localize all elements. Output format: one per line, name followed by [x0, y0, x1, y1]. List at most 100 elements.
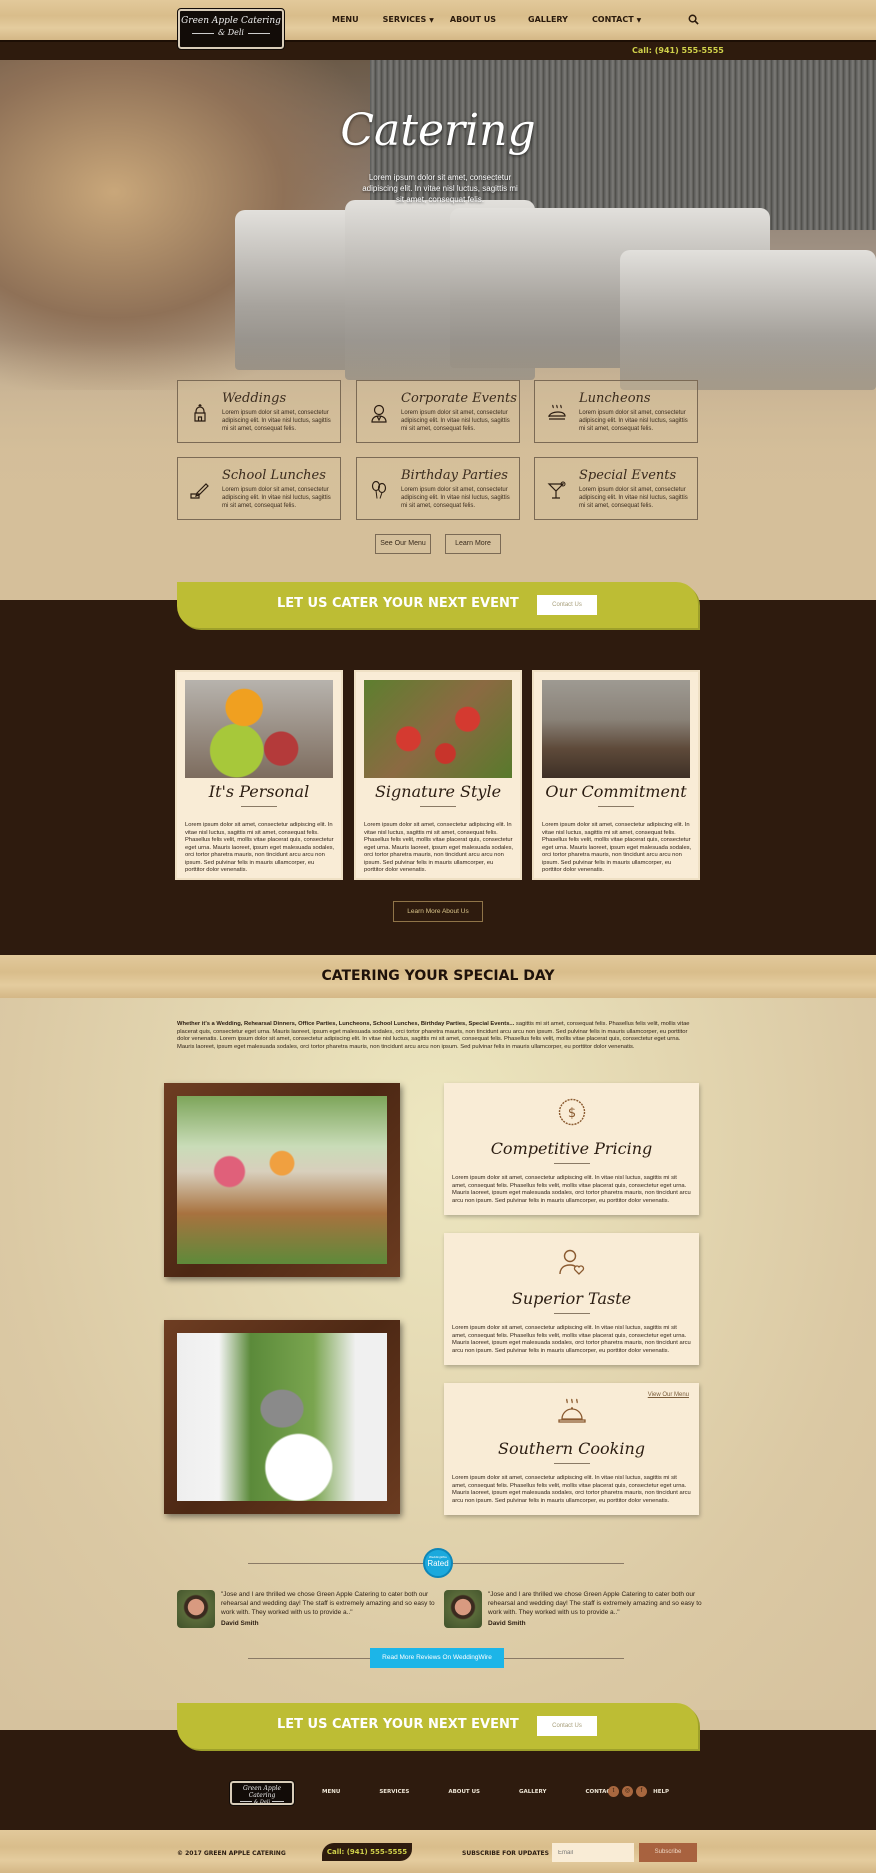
- title-underline: [554, 1163, 590, 1164]
- feature-title: Signature Style: [374, 782, 502, 801]
- nav-contact[interactable]: CONTACT ▼: [592, 15, 641, 29]
- weddingwire-rated-badge[interactable]: WeddingWire Rated: [423, 1548, 453, 1578]
- logo-line1: Green Apple Catering: [181, 16, 281, 26]
- top-contact-bar: Call: (941) 555-5555: [0, 40, 876, 60]
- intro-bold: Whether it's a Wedding, Rehearsal Dinner…: [177, 1021, 515, 1027]
- wedding-table-photo: [177, 1096, 387, 1264]
- chapel-icon: [194, 404, 206, 422]
- title-underline: [598, 806, 634, 807]
- info-card-taste: Superior Taste Lorem ipsum dolor sit ame…: [444, 1233, 699, 1365]
- footer-nav-services[interactable]: SERVICES: [379, 1789, 409, 1795]
- nav-about-label: ABOUT US: [449, 15, 496, 24]
- read-more-reviews-button[interactable]: Read More Reviews On WeddingWire: [370, 1648, 504, 1668]
- service-desc: Lorem ipsum dolor sit amet, consectetur …: [222, 487, 331, 509]
- footer-nav-menu[interactable]: MENU: [322, 1789, 340, 1795]
- footer-nav-gallery[interactable]: GALLERY: [519, 1789, 546, 1795]
- logo-line1: Green Apple Catering: [242, 1785, 282, 1799]
- chevron-down-icon: ▼: [636, 17, 642, 24]
- nav-services-label: SERVICES: [382, 15, 427, 24]
- nav-about[interactable]: ABOUT US: [450, 15, 496, 29]
- svg-text:$: $: [568, 1106, 576, 1121]
- feature-card-commitment: Our Commitment Lorem ipsum dolor sit ame…: [534, 672, 698, 878]
- logo-line2: & Deli: [232, 1799, 292, 1805]
- cta-text: LET US CATER YOUR NEXT EVENT: [277, 1717, 519, 1732]
- reviewer-name: David Smith: [221, 1620, 259, 1627]
- service-card-luncheons[interactable]: Luncheons Lorem ipsum dolor sit amet, co…: [534, 380, 698, 443]
- review-quote: "Jose and I are thrilled we chose Green …: [488, 1591, 702, 1616]
- footer-logo[interactable]: Green Apple Catering & Deli: [229, 1780, 295, 1806]
- feature-card-signature: Signature Style Lorem ipsum dolor sit am…: [356, 672, 520, 878]
- special-day-intro: Whether it's a Wedding, Rehearsal Dinner…: [177, 1021, 699, 1051]
- service-desc: Lorem ipsum dolor sit amet, consectetur …: [579, 410, 688, 432]
- service-title: Special Events: [579, 468, 677, 483]
- info-desc: Lorem ipsum dolor sit amet, consectetur …: [452, 1475, 691, 1504]
- service-card-school-lunches[interactable]: School Lunches Lorem ipsum dolor sit ame…: [177, 457, 341, 520]
- nav-menu-label: MENU: [332, 15, 359, 24]
- service-card-weddings[interactable]: Weddings Lorem ipsum dolor sit amet, con…: [177, 380, 341, 443]
- cta-banner-footer: LET US CATER YOUR NEXT EVENT Contact Us: [177, 1703, 698, 1749]
- copyright: © 2017 GREEN APPLE CATERING: [177, 1850, 286, 1857]
- hero-subtitle: Lorem ipsum dolor sit amet, consectetur …: [362, 173, 518, 204]
- buffet-line-photo: [542, 680, 690, 778]
- header-call-link[interactable]: Call: (941) 555-5555: [632, 46, 724, 55]
- balloons-icon: [371, 480, 387, 499]
- title-underline: [241, 806, 277, 807]
- wedding-table-photo-frame: [164, 1083, 400, 1277]
- email-input[interactable]: [552, 1843, 634, 1862]
- cta-text: LET US CATER YOUR NEXT EVENT: [277, 596, 519, 611]
- learn-more-button[interactable]: Learn More: [445, 534, 501, 554]
- nav-contact-label: CONTACT: [591, 15, 634, 24]
- salad-photo: [364, 680, 512, 778]
- reviewer-name: David Smith: [488, 1620, 526, 1627]
- feature-desc: Lorem ipsum dolor sit amet, consectetur …: [185, 822, 335, 873]
- nav-gallery-label: GALLERY: [528, 15, 568, 24]
- footer-nav: MENU SERVICES ABOUT US GALLERY CONTACT H…: [322, 1789, 708, 1795]
- title-underline: [420, 806, 456, 807]
- footer-call-button[interactable]: Call: (941) 555-5555: [322, 1843, 412, 1861]
- hot-dish-icon: [548, 404, 566, 420]
- service-desc: Lorem ipsum dolor sit amet, consectetur …: [222, 410, 331, 432]
- bottom-bar: [0, 1830, 876, 1873]
- cocktail-icon: [547, 481, 566, 499]
- service-card-birthday[interactable]: Birthday Parties Lorem ipsum dolor sit a…: [356, 457, 520, 520]
- hero-title: Catering: [340, 105, 536, 156]
- title-underline: [554, 1463, 590, 1464]
- feature-card-personal: It's Personal Lorem ipsum dolor sit amet…: [177, 672, 341, 878]
- see-our-menu-button[interactable]: See Our Menu: [375, 534, 431, 554]
- review-item: "Jose and I are thrilled we chose Green …: [444, 1590, 714, 1630]
- nav-gallery[interactable]: GALLERY: [528, 15, 568, 29]
- main-nav: MENU SERVICES ▼ ABOUT US GALLERY CONTACT ▼: [332, 15, 665, 29]
- subscribe-button[interactable]: Subscribe: [639, 1843, 697, 1862]
- instagram-icon[interactable]: ◎: [622, 1786, 633, 1797]
- service-title: Birthday Parties: [401, 468, 508, 483]
- facebook-icon[interactable]: f: [636, 1786, 647, 1797]
- subscribe-label: SUBSCRIBE FOR UPDATES: [462, 1850, 549, 1857]
- review-quote: "Jose and I are thrilled we chose Green …: [221, 1591, 435, 1616]
- feature-title: Our Commitment: [545, 782, 687, 801]
- avatar: [177, 1590, 215, 1628]
- service-desc: Lorem ipsum dolor sit amet, consectetur …: [579, 487, 688, 509]
- cta-banner: LET US CATER YOUR NEXT EVENT Contact Us: [177, 582, 698, 628]
- info-title: Superior Taste: [511, 1289, 632, 1308]
- contact-us-button[interactable]: Contact Us: [537, 1716, 597, 1736]
- chevron-down-icon: ▼: [429, 17, 434, 24]
- businesswoman-icon: [371, 404, 387, 423]
- nav-services[interactable]: SERVICES ▼: [383, 15, 434, 29]
- info-card-pricing: $ Competitive Pricing Lorem ipsum dolor …: [444, 1083, 699, 1215]
- footer-nav-help[interactable]: HELP: [653, 1789, 669, 1795]
- info-desc: Lorem ipsum dolor sit amet, consectetur …: [452, 1175, 691, 1204]
- search-icon[interactable]: [688, 14, 699, 28]
- footer-nav-about[interactable]: ABOUT US: [448, 1789, 480, 1795]
- dollar-badge-icon: $: [558, 1098, 586, 1126]
- service-title: Corporate Events: [401, 391, 517, 406]
- learn-more-about-us-button[interactable]: Learn More About Us: [393, 901, 483, 922]
- twitter-icon[interactable]: t: [608, 1786, 619, 1797]
- service-desc: Lorem ipsum dolor sit amet, consectetur …: [401, 410, 510, 432]
- service-card-corporate[interactable]: Corporate Events Lorem ipsum dolor sit a…: [356, 380, 520, 443]
- view-our-menu-link[interactable]: View Our Menu: [648, 1392, 689, 1398]
- site-logo[interactable]: Green Apple Catering & Deli: [177, 8, 285, 50]
- contact-us-button[interactable]: Contact Us: [537, 595, 597, 615]
- service-card-special-events[interactable]: Special Events Lorem ipsum dolor sit ame…: [534, 457, 698, 520]
- nav-menu[interactable]: MENU: [332, 15, 359, 29]
- title-underline: [554, 1313, 590, 1314]
